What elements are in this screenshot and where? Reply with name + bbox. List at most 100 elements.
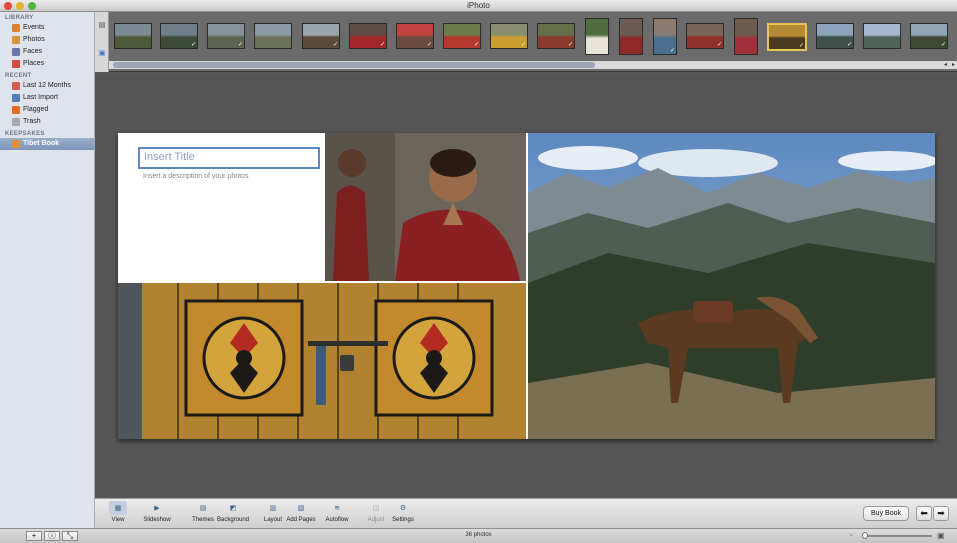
toolbar-button-label: Slideshow: [143, 517, 171, 523]
book-title-field[interactable]: Insert Title: [138, 147, 320, 169]
window-title: iPhoto: [467, 1, 490, 10]
thumbnail-mountains-1[interactable]: ✓: [816, 23, 854, 49]
book-canvas: Insert Title Insert a description of you…: [95, 73, 957, 498]
thumbnail-mountains-2[interactable]: [863, 23, 901, 49]
toolbar-button-label: View: [111, 517, 125, 523]
themes-button[interactable]: ▤ Themes: [186, 501, 220, 523]
checkmark-icon: ✓: [379, 42, 385, 48]
sidebar-item-last-import[interactable]: Last Import: [0, 92, 94, 104]
sidebar-item-label: Flagged: [23, 106, 49, 113]
thumbnail-portrait-white[interactable]: [585, 18, 609, 55]
zoom-in-icon[interactable]: ▣: [937, 531, 945, 540]
sidebar-item-label: Last 12 Months: [23, 82, 71, 89]
add-pages-button[interactable]: ▧ Add Pages: [284, 501, 318, 523]
autoflow-button[interactable]: ≋ Autoflow: [320, 501, 354, 523]
toolbar-button-label: Background: [216, 517, 250, 523]
next-page-button[interactable]: ➡: [933, 506, 949, 521]
zoom-slider-knob[interactable]: [862, 532, 868, 539]
title-bar: iPhoto: [0, 0, 957, 12]
thumbnail-painted-door[interactable]: ✓: [767, 23, 807, 51]
sidebar-item-places[interactable]: Places: [0, 58, 94, 70]
sidebar-item-trash[interactable]: Trash: [0, 116, 94, 128]
painted-door-photo[interactable]: [118, 283, 526, 439]
add-pages-icon: ▧: [297, 505, 305, 512]
sidebar-item-photos[interactable]: Photos: [0, 34, 94, 46]
section-heading-library[interactable]: LIBRARY: [0, 12, 94, 22]
toolbar-button-label: Autoflow: [325, 517, 349, 523]
checkmark-icon: ✓: [520, 42, 526, 48]
thumbnail-riders-red[interactable]: ✓: [349, 23, 387, 49]
checkmark-icon: ✓: [332, 42, 338, 48]
calendar-icon: [12, 82, 20, 90]
thumbnail-monk-blue[interactable]: ✓: [653, 18, 677, 55]
sidebar-item-faces[interactable]: Faces: [0, 46, 94, 58]
monks-photo[interactable]: [325, 133, 526, 281]
view-button[interactable]: ▦ View: [101, 501, 135, 523]
filmstrip-scroll-thumb[interactable]: [113, 62, 595, 68]
sidebar-item-label: Photos: [23, 36, 45, 43]
checkmark-icon: ✓: [798, 43, 804, 49]
checkmark-icon: ✓: [426, 42, 432, 48]
checkmark-icon: ✓: [940, 42, 946, 48]
book-spread: Insert Title Insert a description of you…: [118, 133, 935, 439]
trash-icon: [12, 118, 20, 126]
settings-button[interactable]: ⚙ Settings: [386, 501, 420, 523]
toolbar-button-label: Add Pages: [286, 517, 316, 523]
checkmark-icon: ✓: [846, 42, 852, 48]
thumbnail-landscape-steppe[interactable]: [254, 23, 292, 49]
monks-image: [325, 133, 526, 281]
thumbnail-rider-yellow[interactable]: ✓: [490, 23, 528, 49]
page-icon[interactable]: ▤: [98, 22, 106, 30]
view-icon: ▦: [109, 501, 127, 515]
book-description-field[interactable]: Insert a description of your photos: [143, 173, 248, 180]
section-heading-recent[interactable]: RECENT: [0, 70, 94, 80]
zoom-slider[interactable]: [866, 535, 932, 537]
play-icon: ▶: [154, 505, 160, 512]
buy-book-button[interactable]: Buy Book: [863, 506, 909, 521]
horse-landscape-image: [528, 133, 935, 439]
checkmark-icon: ✓: [716, 42, 722, 48]
sidebar-item-label: Events: [23, 24, 45, 31]
iphoto-window: iPhoto LIBRARY Events Photos Faces Places REC…: [0, 0, 957, 543]
toolbar-button-label: Settings: [392, 517, 414, 523]
bottom-toolbar: ▦ View ▶ Slideshow ▤ Themes ◩ Background ▥ Layout…: [95, 498, 957, 528]
sidebar-item-tibet-book[interactable]: Tibet Book: [0, 138, 94, 150]
scroll-right-icon[interactable]: ▸: [952, 61, 955, 68]
places-icon: [12, 60, 20, 68]
scroll-left-icon[interactable]: ◂: [944, 61, 947, 68]
zoom-out-icon[interactable]: ▫: [850, 532, 852, 539]
sidebar-item-label: Places: [23, 60, 45, 67]
sidebar-item-label: Trash: [23, 118, 41, 125]
slideshow-button[interactable]: ▶ Slideshow: [140, 501, 174, 523]
events-icon: [12, 24, 20, 32]
thumbnail-landscape-river[interactable]: ✓: [160, 23, 198, 49]
thumbnail-landscape-plain[interactable]: ✓: [207, 23, 245, 49]
thumbnail-rider-red-horse[interactable]: ✓: [443, 23, 481, 49]
thumbnail-rider-field[interactable]: ✓: [537, 23, 575, 49]
layout-icon: ▥: [269, 505, 277, 512]
import-icon: [12, 94, 20, 102]
prev-page-button[interactable]: ⬅: [916, 506, 932, 521]
thumbnail-landscape-valley[interactable]: [114, 23, 152, 49]
thumbnail-crowd-red[interactable]: ✓: [396, 23, 434, 49]
background-button[interactable]: ◩ Background: [216, 501, 250, 523]
sidebar-item-events[interactable]: Events: [0, 22, 94, 34]
thumbnail-horse-mountain[interactable]: ✓: [910, 23, 948, 49]
thumbnail-monk-praying[interactable]: [734, 18, 758, 55]
filmstrip-controls: ▤ ▣: [95, 12, 109, 72]
thumbnail-monks-pair[interactable]: ✓: [686, 23, 724, 49]
photos-stack-icon[interactable]: ▣: [98, 50, 106, 58]
flag-icon: [12, 106, 20, 114]
sidebar-item-label: Tibet Book: [23, 140, 60, 147]
checkmark-icon: ✓: [190, 42, 196, 48]
section-heading-keepsakes[interactable]: KEEPSAKES: [0, 128, 94, 138]
sidebar-item-last-12-months[interactable]: Last 12 Months: [0, 80, 94, 92]
photos-icon: [12, 36, 20, 44]
photo-count: 36 photos: [465, 532, 492, 538]
book-icon: [12, 140, 20, 148]
thumbnail-monk-standing[interactable]: [619, 18, 643, 55]
horse-landscape-photo[interactable]: [528, 133, 935, 439]
sidebar-item-flagged[interactable]: Flagged: [0, 104, 94, 116]
thumbnail-horse-race[interactable]: ✓: [302, 23, 340, 49]
source-list: LIBRARY Events Photos Faces Places RECENT Last…: [0, 12, 95, 528]
